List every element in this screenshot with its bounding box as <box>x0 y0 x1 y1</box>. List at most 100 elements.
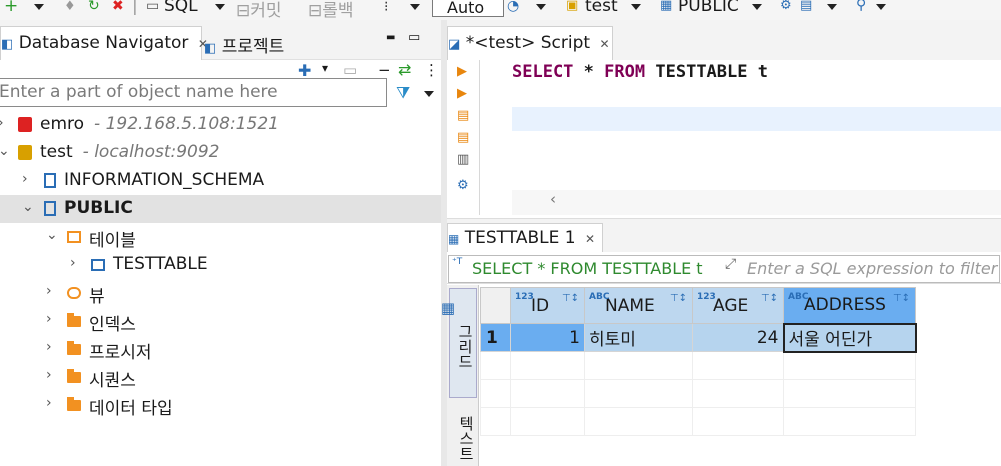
chevron-down-icon[interactable]: ⌄ <box>46 227 58 243</box>
dropdown-arrow-icon[interactable] <box>631 4 641 10</box>
cell-name[interactable]: 히토미 <box>584 323 693 352</box>
tree-item-procedures[interactable]: › 프로시저 <box>0 335 441 363</box>
expand-icon[interactable]: ⤢ <box>725 256 736 272</box>
chevron-right-icon[interactable]: › <box>22 171 28 187</box>
view-menu-icon[interactable]: ⋮ <box>424 61 439 79</box>
chevron-right-icon[interactable]: › <box>0 115 4 131</box>
tree-item-public[interactable]: ⌄ PUBLIC <box>0 195 441 223</box>
collapse-all-icon[interactable]: − <box>378 61 391 79</box>
tab-project[interactable]: ◧ 프로젝트 <box>204 26 314 60</box>
minimize-icon[interactable]: ▬ <box>386 32 395 43</box>
tree-item-test[interactable]: ⌄ test - localhost:9092 <box>0 139 441 167</box>
cell-address[interactable]: 서울 어딘가 <box>782 322 917 353</box>
filter-sort-icon[interactable]: ⊤↕ <box>761 293 778 304</box>
new-connection-icon[interactable]: + <box>4 0 18 16</box>
chevron-right-icon[interactable]: › <box>46 283 52 299</box>
folder-icon <box>67 397 81 411</box>
results-grid-area: 그리드 ▦ 텍스트 123 ID ⊤↕ ABC NAME ⊤↕ 123 AGE ⊤↕ ABC… <box>441 285 1001 466</box>
tree-item-emro[interactable]: › emro- 192.168.5.108:1521 <box>0 111 441 139</box>
tab-text-view[interactable]: 텍스트 <box>449 405 477 465</box>
active-schema-selector[interactable]: PUBLIC <box>678 0 739 16</box>
tree-item-sequences[interactable]: › 시퀀스 <box>0 363 441 391</box>
dropdown-arrow-icon[interactable] <box>876 4 886 10</box>
tree-item-data-types[interactable]: › 데이터 타입 <box>0 391 441 419</box>
chevron-right-icon[interactable]: › <box>46 395 52 411</box>
row-number-cell[interactable]: 1 <box>480 323 511 352</box>
transaction-mode-combo[interactable]: Auto <box>432 0 504 17</box>
dropdown-arrow-icon[interactable] <box>536 4 546 10</box>
disconnect-icon[interactable]: ✖ <box>112 0 124 14</box>
horizontal-scrollbar[interactable]: ‹ <box>512 190 1001 215</box>
execute-in-new-tab-icon[interactable]: ▶ <box>457 86 467 101</box>
dropdown-arrow-icon[interactable] <box>410 4 420 10</box>
editor-side-toolbar: ▶ ▶ ▤ ▤ ▥ ⚙ <box>447 60 477 215</box>
link-editor-icon[interactable]: ⇄ <box>398 60 411 79</box>
chevron-down-icon[interactable]: ⌄ <box>22 199 34 215</box>
cell-age[interactable]: 24 <box>692 323 784 352</box>
column-header-address[interactable]: ABC ADDRESS ⊤↕ <box>783 287 916 324</box>
tree-item-testtable[interactable]: › TESTTABLE <box>0 251 441 279</box>
chevron-right-icon[interactable]: › <box>46 339 52 355</box>
tab-testtable-results[interactable]: ▦ TESTTABLE 1 ✕ <box>447 223 603 253</box>
row-number-header <box>480 287 511 324</box>
dropdown-arrow-icon[interactable] <box>215 4 225 10</box>
commit-button[interactable]: ⊟커밋 <box>236 0 282 20</box>
execute-script-icon[interactable]: ▤ <box>457 108 469 123</box>
chevron-right-icon[interactable]: › <box>46 311 52 327</box>
filter-icon[interactable]: ⧩ <box>396 83 410 103</box>
sql-editor-button[interactable]: SQL <box>164 0 198 16</box>
chevron-right-icon[interactable]: › <box>46 367 52 383</box>
execute-script-new-tab-icon[interactable]: ▤ <box>457 130 469 145</box>
editor-tab-bar: ◪ *<test> Script ✕ <box>447 20 1001 60</box>
column-header-id[interactable]: 123 ID ⊤↕ <box>510 287 585 324</box>
column-header-name[interactable]: ABC NAME ⊤↕ <box>584 287 693 324</box>
chevron-down-icon[interactable]: ⌄ <box>0 143 10 159</box>
object-filter-input[interactable]: Enter a part of object name here <box>0 78 387 107</box>
tree-item-views[interactable]: › 뷰 <box>0 279 441 307</box>
explain-plan-icon[interactable]: ▥ <box>457 152 469 167</box>
close-icon[interactable]: ✕ <box>585 232 595 246</box>
active-datasource-selector[interactable]: test <box>585 0 618 16</box>
dropdown-arrow-icon[interactable]: ▾ <box>322 61 328 75</box>
format-icon[interactable]: ⚙ <box>780 0 792 13</box>
folder-icon <box>67 369 81 383</box>
history-icon[interactable]: ◔ <box>507 0 519 14</box>
dropdown-arrow-icon[interactable] <box>827 4 837 10</box>
close-icon[interactable]: ✕ <box>599 37 609 51</box>
execute-statement-icon[interactable]: ▶ <box>457 64 467 79</box>
column-header-age[interactable]: 123 AGE ⊤↕ <box>692 287 784 324</box>
explain-icon[interactable]: ▤ <box>800 0 812 13</box>
filter-sort-icon[interactable]: ⊤↕ <box>670 293 687 304</box>
sql-editor-area[interactable]: SELECT * FROM TESTTABLE t ‹ <box>479 60 1001 215</box>
dropdown-arrow-icon[interactable] <box>34 4 44 10</box>
table-row[interactable]: 1 1 히토미 24 서울 어딘가 <box>480 322 917 353</box>
sql-editor-icon: ▭ <box>146 0 160 14</box>
tree-item-indexes[interactable]: › 인덱스 <box>0 307 441 335</box>
cell-id[interactable]: 1 <box>510 323 585 352</box>
tab-script[interactable]: ◪ *<test> Script ✕ <box>447 26 613 60</box>
tree-item-tables[interactable]: ⌄ 테이블 <box>0 223 441 251</box>
maximize-icon[interactable]: ▭ <box>408 30 420 45</box>
database-icon: ◧ <box>1 37 14 52</box>
reconnect-icon[interactable]: ↻ <box>88 0 100 14</box>
dropdown-arrow-icon[interactable] <box>752 4 762 10</box>
table-icon <box>91 259 105 271</box>
rollback-button[interactable]: ⊟롤백 <box>308 0 354 20</box>
tree-item-information-schema[interactable]: › INFORMATION_SCHEMA <box>0 167 441 195</box>
search-icon[interactable]: ⚲ <box>856 0 866 13</box>
scroll-left-icon[interactable]: ‹ <box>550 190 556 208</box>
project-icon: ◧ <box>204 41 217 56</box>
transaction-mode-icon[interactable]: ⁝ <box>384 0 388 15</box>
filter-expression-input[interactable]: ⁺T SELECT * FROM TESTTABLE t ⤢ Enter a S… <box>448 255 1000 283</box>
table-row-empty <box>480 407 916 436</box>
tab-database-navigator[interactable]: ◧ Database Navigator ✕ <box>0 26 208 60</box>
chevron-right-icon[interactable]: › <box>70 255 76 271</box>
filter-sort-icon[interactable]: ⊤↕ <box>562 293 579 304</box>
tab-grid-view[interactable]: 그리드 ▦ <box>441 288 477 398</box>
dropdown-arrow-icon[interactable] <box>424 91 434 97</box>
filter-sort-icon[interactable]: ⊤↕ <box>893 293 910 304</box>
new-folder-icon[interactable]: ▭ <box>343 61 357 79</box>
schema-icon: ▦ <box>660 0 673 13</box>
plug-icon[interactable]: ♦ <box>64 0 76 14</box>
settings-gear-icon[interactable]: ⚙ <box>457 178 469 193</box>
